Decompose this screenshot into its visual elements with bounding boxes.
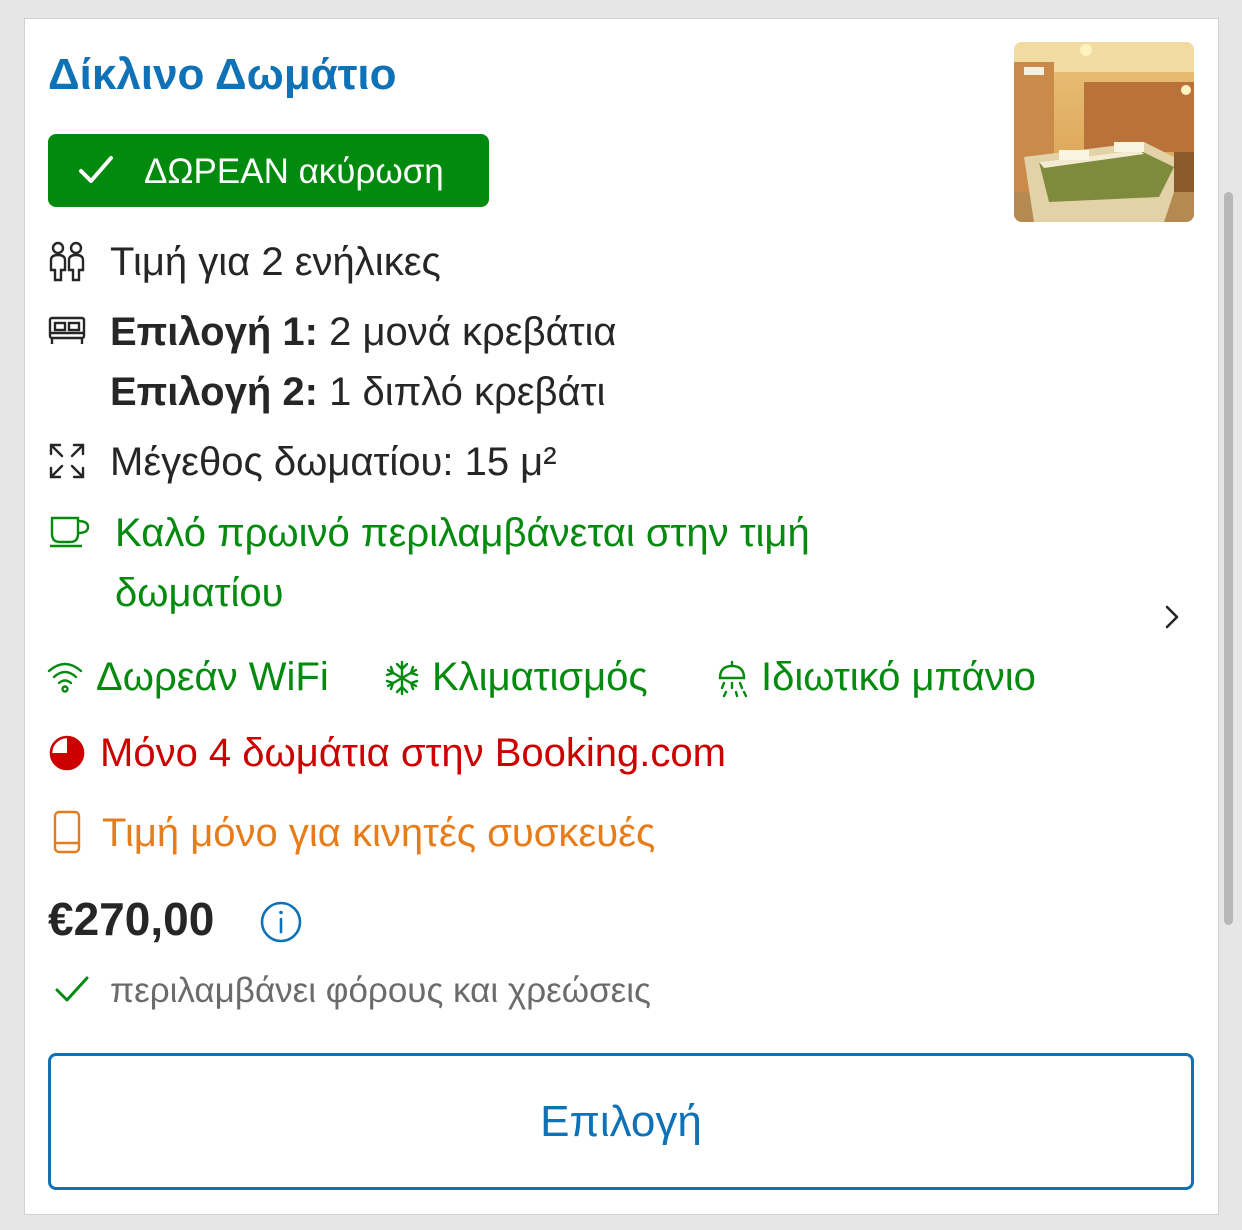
info-icon[interactable] — [259, 900, 303, 949]
tax-note: περιλαμβάνει φόρους και χρεώσεις — [110, 971, 651, 1010]
bed-option-2-value: 1 διπλό κρεβάτι — [329, 370, 606, 414]
free-cancellation-badge: ΔΩΡΕΑΝ ακύρωση — [48, 134, 489, 207]
bed-icon — [48, 314, 86, 351]
breakfast-line-1: Καλό πρωινό περιλαμβάνεται στην τιμή — [115, 511, 810, 555]
occupancy-text: Τιμή για 2 ενήλικες — [110, 240, 441, 284]
availability-text: Μόνο 4 δωμάτια στην Booking.com — [100, 731, 726, 775]
scrollbar[interactable] — [1224, 192, 1233, 925]
bed-option-1-value: 2 μονά κρεβάτια — [329, 310, 617, 354]
amenity-ac: Κλιματισμός — [432, 655, 648, 699]
breakfast-line-2: δωματίου — [115, 571, 284, 615]
snowflake-icon — [384, 660, 420, 701]
bed-option-2-label: Επιλογή 2: — [110, 370, 318, 414]
wifi-icon — [46, 660, 84, 699]
bed-option-1-label: Επιλογή 1: — [110, 310, 318, 354]
amenity-wifi: Δωρεάν WiFi — [96, 655, 329, 699]
expand-icon — [48, 442, 86, 485]
chevron-right-icon[interactable] — [1164, 604, 1180, 635]
tax-checkmark-icon — [54, 975, 90, 1010]
bed-option-2: Επιλογή 2: 1 διπλό κρεβάτι — [110, 370, 605, 415]
room-photo[interactable] — [1014, 42, 1194, 222]
free-cancellation-label: ΔΩΡΕΑΝ ακύρωση — [144, 152, 444, 191]
price: €270,00 — [48, 893, 215, 945]
mobile-phone-icon — [52, 810, 82, 859]
amenity-bathroom: Ιδιωτικό μπάνιο — [761, 655, 1036, 699]
mobile-price-text: Τιμή μόνο για κινητές συσκευές — [102, 811, 656, 855]
shower-icon — [714, 660, 750, 703]
select-room-button[interactable]: Επιλογή — [48, 1053, 1194, 1190]
bed-option-1: Επιλογή 1: 2 μονά κρεβάτια — [110, 310, 617, 355]
coffee-cup-icon — [48, 514, 92, 553]
room-size: Μέγεθος δωματίου: 15 μ² — [110, 440, 557, 484]
people-icon — [48, 240, 86, 287]
pie-chart-icon — [48, 734, 86, 777]
room-title[interactable]: Δίκλινο Δωμάτιο — [48, 50, 397, 100]
checkmark-icon — [78, 154, 114, 191]
